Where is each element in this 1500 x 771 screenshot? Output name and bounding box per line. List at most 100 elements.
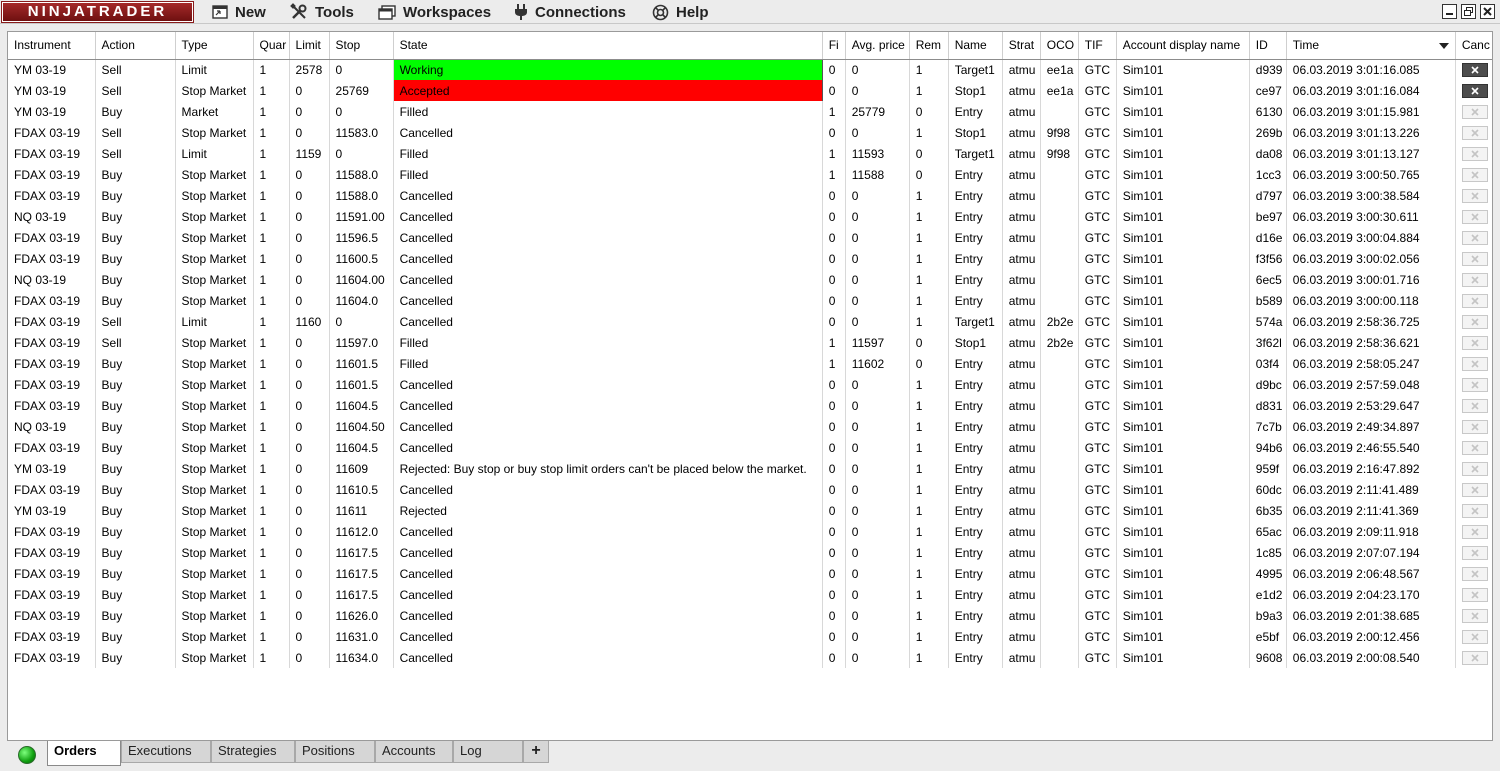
add-tab-button[interactable]: +	[523, 741, 549, 763]
column-header-action[interactable]: Action	[95, 32, 176, 60]
cancel-order-button[interactable]	[1461, 566, 1488, 581]
table-row[interactable]: YM 03-19 Buy Market 1 0 0 Filled 1 25779 0 Entry at…	[8, 101, 1492, 122]
cell-name: Entry	[948, 542, 1003, 563]
cell-action: Buy	[95, 584, 176, 605]
cancel-order-button[interactable]	[1461, 209, 1488, 224]
cancel-order-button[interactable]	[1461, 272, 1488, 287]
cancel-order-button[interactable]	[1461, 314, 1488, 329]
table-row[interactable]: FDAX 03-19 Buy Stop Market 1 0 11588.0 Cancell…	[8, 185, 1492, 206]
cancel-order-button[interactable]	[1461, 293, 1488, 308]
cancel-order-button[interactable]	[1461, 545, 1488, 560]
cancel-order-button[interactable]	[1461, 419, 1488, 434]
table-row[interactable]: NQ 03-19 Buy Stop Market 1 0 11604.50 Cancelle…	[8, 416, 1492, 437]
column-header-avg-price[interactable]: Avg. price	[845, 32, 910, 60]
table-row[interactable]: FDAX 03-19 Buy Stop Market 1 0 11600.5 Cancell…	[8, 248, 1492, 269]
table-row[interactable]: NQ 03-19 Buy Stop Market 1 0 11591.00 Cancelle…	[8, 206, 1492, 227]
menu-tools[interactable]: Tools	[290, 2, 354, 22]
tab-orders[interactable]: Orders	[47, 741, 121, 766]
cancel-order-button[interactable]	[1461, 461, 1488, 476]
column-header-type[interactable]: Type	[175, 32, 254, 60]
cancel-order-button[interactable]	[1461, 230, 1488, 245]
table-row[interactable]: FDAX 03-19 Buy Stop Market 1 0 11617.5 Cancell…	[8, 563, 1492, 584]
column-header-tif[interactable]: TIF	[1078, 32, 1117, 60]
table-row[interactable]: FDAX 03-19 Buy Stop Market 1 0 11634.0 Cancell…	[8, 647, 1492, 668]
cancel-order-button[interactable]	[1461, 398, 1488, 413]
menu-connections[interactable]: Connections	[514, 2, 626, 22]
table-row[interactable]: FDAX 03-19 Buy Stop Market 1 0 11617.5 Cancell…	[8, 542, 1492, 563]
cancel-order-button[interactable]	[1461, 503, 1488, 518]
table-row[interactable]: FDAX 03-19 Buy Stop Market 1 0 11617.5 Cancell…	[8, 584, 1492, 605]
table-row[interactable]: YM 03-19 Sell Stop Market 1 0 25769 Accepted 0 0…	[8, 80, 1492, 101]
cancel-order-button[interactable]	[1461, 335, 1488, 350]
cancel-order-button[interactable]	[1461, 104, 1488, 119]
column-header-state[interactable]: State	[393, 32, 823, 60]
cancel-order-button[interactable]	[1461, 167, 1488, 182]
cancel-order-button[interactable]	[1461, 629, 1488, 644]
tab-log[interactable]: Log	[453, 741, 523, 763]
cell-filled: 0	[822, 626, 846, 647]
table-row[interactable]: FDAX 03-19 Sell Stop Market 1 0 11583.0 Cancel…	[8, 122, 1492, 143]
cancel-order-button[interactable]	[1461, 524, 1488, 539]
cell-state: Working	[393, 59, 823, 80]
column-header-time[interactable]: Time	[1286, 32, 1456, 60]
column-header-remaining[interactable]: Rem	[909, 32, 949, 60]
close-button[interactable]	[1480, 4, 1495, 19]
cell-account: Sim101	[1116, 80, 1250, 101]
column-header-instrument[interactable]: Instrument	[8, 32, 96, 60]
column-header-quantity[interactable]: Quar	[253, 32, 290, 60]
menu-workspaces[interactable]: Workspaces	[378, 2, 491, 22]
table-row[interactable]: FDAX 03-19 Buy Stop Market 1 0 11604.5 Cancell…	[8, 395, 1492, 416]
table-row[interactable]: FDAX 03-19 Buy Stop Market 1 0 11601.5 Cancell…	[8, 374, 1492, 395]
column-header-name[interactable]: Name	[948, 32, 1003, 60]
cancel-order-button[interactable]	[1461, 251, 1488, 266]
table-row[interactable]: FDAX 03-19 Buy Stop Market 1 0 11604.0 Cancell…	[8, 290, 1492, 311]
cell-remaining: 1	[909, 458, 949, 479]
restore-button[interactable]	[1461, 4, 1476, 19]
table-row[interactable]: NQ 03-19 Buy Stop Market 1 0 11604.00 Cancelle…	[8, 269, 1492, 290]
column-header-cancel[interactable]: Canc	[1455, 32, 1492, 60]
menu-new[interactable]: New	[212, 2, 266, 22]
table-row[interactable]: FDAX 03-19 Sell Limit 1 1159 0 Filled 1 11593 0 Ta…	[8, 143, 1492, 164]
minimize-button[interactable]	[1442, 4, 1457, 19]
cell-cancel	[1455, 164, 1492, 185]
cancel-order-button[interactable]	[1461, 587, 1488, 602]
table-row[interactable]: YM 03-19 Buy Stop Market 1 0 11611 Rejected 0 0 1…	[8, 500, 1492, 521]
tab-strategies[interactable]: Strategies	[211, 741, 295, 763]
table-row[interactable]: FDAX 03-19 Buy Stop Market 1 0 11612.0 Cancell…	[8, 521, 1492, 542]
table-row[interactable]: FDAX 03-19 Buy Stop Market 1 0 11596.5 Cancell…	[8, 227, 1492, 248]
cancel-order-button[interactable]	[1461, 650, 1488, 665]
table-row[interactable]: YM 03-19 Buy Stop Market 1 0 11609 Rejected: B…	[8, 458, 1492, 479]
table-row[interactable]: FDAX 03-19 Buy Stop Market 1 0 11604.5 Cancell…	[8, 437, 1492, 458]
cancel-order-button[interactable]	[1461, 63, 1488, 78]
table-row[interactable]: FDAX 03-19 Buy Stop Market 1 0 11610.5 Cancell…	[8, 479, 1492, 500]
table-row[interactable]: FDAX 03-19 Buy Stop Market 1 0 11588.0 Filled 1…	[8, 164, 1492, 185]
table-row[interactable]: YM 03-19 Sell Limit 1 2578 0 Working 0 0 1 Target1…	[8, 59, 1492, 80]
cancel-order-button[interactable]	[1461, 482, 1488, 497]
table-row[interactable]: FDAX 03-19 Buy Stop Market 1 0 11601.5 Filled 1…	[8, 353, 1492, 374]
cancel-order-button[interactable]	[1461, 83, 1488, 98]
column-header-filled[interactable]: Fi	[822, 32, 846, 60]
column-header-account[interactable]: Account display name	[1116, 32, 1250, 60]
table-row[interactable]: FDAX 03-19 Sell Limit 1 1160 0 Cancelled 0 0 1 Tar…	[8, 311, 1492, 332]
cancel-order-button[interactable]	[1461, 188, 1488, 203]
column-header-stop[interactable]: Stop	[329, 32, 394, 60]
table-row[interactable]: FDAX 03-19 Buy Stop Market 1 0 11631.0 Cancell…	[8, 626, 1492, 647]
cell-instrument: YM 03-19	[8, 80, 96, 101]
cancel-order-button[interactable]	[1461, 356, 1488, 371]
cancel-order-button[interactable]	[1461, 377, 1488, 392]
table-row[interactable]: FDAX 03-19 Sell Stop Market 1 0 11597.0 Filled…	[8, 332, 1492, 353]
cancel-order-button[interactable]	[1461, 608, 1488, 623]
cell-type: Stop Market	[175, 395, 254, 416]
cancel-order-button[interactable]	[1461, 146, 1488, 161]
column-header-limit[interactable]: Limit	[289, 32, 330, 60]
cancel-order-button[interactable]	[1461, 440, 1488, 455]
table-row[interactable]: FDAX 03-19 Buy Stop Market 1 0 11626.0 Cancell…	[8, 605, 1492, 626]
column-header-oco[interactable]: OCO	[1040, 32, 1079, 60]
tab-accounts[interactable]: Accounts	[375, 741, 453, 763]
menu-help[interactable]: Help	[652, 2, 709, 22]
tab-executions[interactable]: Executions	[121, 741, 211, 763]
column-header-id[interactable]: ID	[1249, 32, 1287, 60]
tab-positions[interactable]: Positions	[295, 741, 375, 763]
cancel-order-button[interactable]	[1461, 125, 1488, 140]
column-header-strategy[interactable]: Strat	[1002, 32, 1041, 60]
